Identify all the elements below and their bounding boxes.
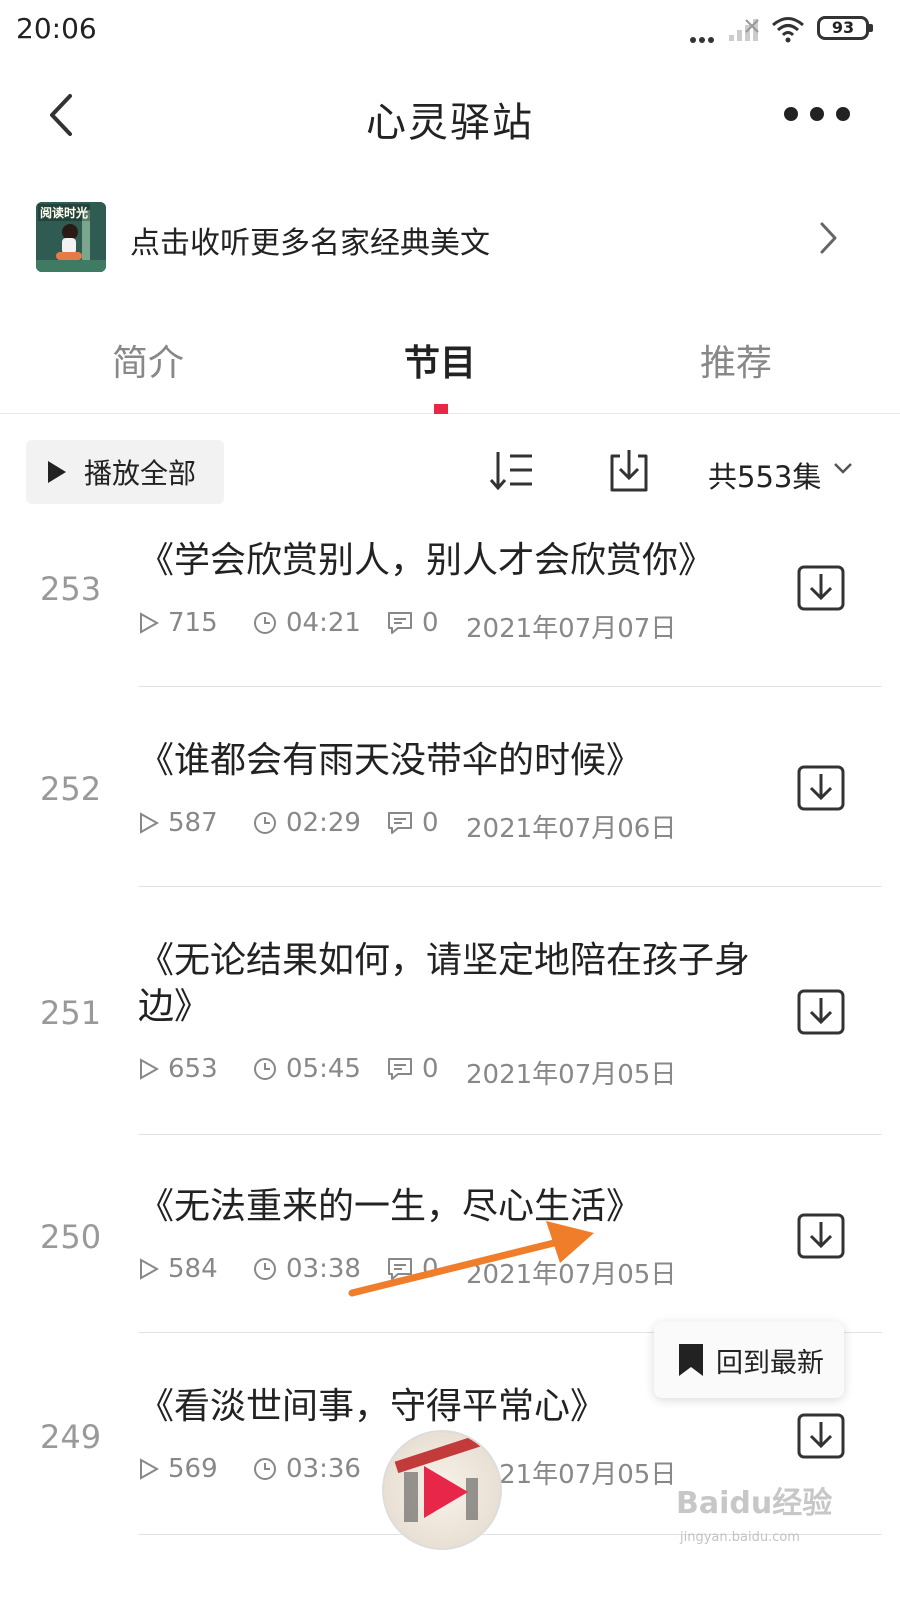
episode-number: 250 (40, 1218, 102, 1256)
back-to-latest-button[interactable]: 回到最新 (654, 1322, 844, 1398)
play-count: 584 (138, 1254, 218, 1284)
episode-item[interactable]: 251 《无论结果如何，请坚定地陪在孩子身边》 653 05:45 0 2021… (0, 930, 900, 1136)
comment-count-value: 0 (422, 608, 439, 638)
divider (138, 886, 882, 887)
back-to-latest-label: 回到最新 (716, 1347, 824, 1379)
download-icon[interactable] (796, 564, 846, 612)
download-all-icon[interactable] (606, 446, 652, 494)
episode-toolbar: 播放全部 共553集 (0, 438, 900, 504)
download-icon[interactable] (796, 988, 846, 1036)
comment-icon (388, 612, 412, 634)
sort-icon[interactable] (488, 448, 536, 494)
tab-bar: 简介 节目 推荐 (0, 310, 900, 414)
status-time: 20:06 (16, 12, 97, 45)
play-count: 715 (138, 608, 218, 638)
divider (138, 1134, 882, 1135)
promo-cover-text: 阅读时光 (38, 204, 91, 221)
clock-icon (254, 1258, 276, 1280)
clock-icon (254, 1458, 276, 1480)
episode-number: 249 (40, 1418, 102, 1456)
comment-count: 0 (386, 808, 439, 838)
promo-text: 点击收听更多名家经典美文 (130, 226, 490, 261)
clock-icon (254, 812, 276, 834)
episode-title: 《谁都会有雨天没带伞的时候》 (138, 740, 643, 781)
tab-recommend[interactable]: 推荐 (636, 334, 836, 386)
play-count: 653 (138, 1054, 218, 1084)
play-all-label: 播放全部 (84, 457, 197, 490)
play-count: 569 (138, 1454, 218, 1484)
play-outline-icon (140, 1258, 160, 1280)
episode-number: 251 (40, 994, 102, 1032)
duration-value: 05:45 (286, 1054, 361, 1084)
comment-count-value: 0 (422, 1054, 439, 1084)
watermark-url: jingyan.baidu.com (680, 1530, 800, 1545)
play-outline-icon (140, 812, 160, 834)
play-icon (48, 461, 66, 483)
mini-player[interactable] (382, 1430, 502, 1550)
play-all-button[interactable]: 播放全部 (26, 440, 224, 504)
play-count-value: 653 (168, 1054, 218, 1084)
duration-value: 04:21 (286, 608, 361, 638)
comment-count: 0 (386, 608, 439, 638)
comment-icon (388, 1058, 412, 1080)
battery-indicator: 93 (817, 16, 873, 40)
episode-title: 《学会欣赏别人，别人才会欣赏你》 (138, 540, 715, 581)
comment-icon (388, 812, 412, 834)
play-outline-icon (140, 1458, 160, 1480)
episode-title: 《无论结果如何，请坚定地陪在孩子身边》 (138, 940, 751, 1027)
play-icon (424, 1466, 468, 1518)
episode-count-label[interactable]: 共553集 (708, 454, 821, 496)
divider (138, 686, 882, 687)
publish-date: 2021年07月05日 (466, 1060, 677, 1090)
download-icon[interactable] (796, 1212, 846, 1260)
clock-icon (254, 612, 276, 634)
watermark: Baidu经验 (676, 1486, 833, 1521)
episode-item[interactable]: 252 《谁都会有雨天没带伞的时候》 587 02:29 0 2021年07月0… (0, 730, 900, 888)
tab-episodes[interactable]: 节目 (340, 334, 540, 386)
status-bar: 20:06 93 (0, 0, 900, 62)
play-outline-icon (140, 1058, 160, 1080)
bookmark-icon (679, 1344, 703, 1376)
play-count-value: 587 (168, 808, 218, 838)
duration-value: 02:29 (286, 808, 361, 838)
promo-cover-image: 阅读时光 (36, 202, 106, 272)
clock-icon (254, 1058, 276, 1080)
episode-number: 253 (40, 570, 102, 608)
page-title: 心灵驿站 (366, 100, 534, 146)
signal-icon (729, 19, 759, 41)
publish-date: 2021年07月06日 (466, 814, 677, 844)
promo-banner[interactable]: 阅读时光 点击收听更多名家经典美文 (0, 196, 900, 284)
duration-value: 03:36 (286, 1454, 361, 1484)
episode-number: 252 (40, 770, 102, 808)
episode-item[interactable]: 253 《学会欣赏别人，别人才会欣赏你》 715 04:21 0 2021年07… (0, 530, 900, 688)
chevron-right-icon (820, 222, 837, 254)
publish-date: 2021年07月07日 (466, 614, 677, 644)
annotation-arrow-icon (348, 1221, 594, 1297)
duration: 05:45 (252, 1054, 361, 1084)
wifi-icon (772, 17, 804, 43)
chevron-down-icon[interactable] (832, 460, 854, 476)
duration: 04:21 (252, 608, 361, 638)
play-count-value: 569 (168, 1454, 218, 1484)
download-icon[interactable] (796, 1412, 846, 1460)
play-count-value: 584 (168, 1254, 218, 1284)
app-header: 心灵驿站 (0, 62, 900, 172)
tab-intro[interactable]: 简介 (48, 334, 248, 386)
duration: 03:36 (252, 1454, 361, 1484)
comment-count-value: 0 (422, 808, 439, 838)
duration: 02:29 (252, 808, 361, 838)
active-tab-indicator (434, 404, 448, 414)
play-outline-icon (140, 612, 160, 634)
play-count: 587 (138, 808, 218, 838)
comment-count: 0 (386, 1054, 439, 1084)
notification-dots-icon (690, 28, 717, 47)
play-count-value: 715 (168, 608, 218, 638)
download-icon[interactable] (796, 764, 846, 812)
more-dots-icon[interactable] (784, 102, 850, 126)
